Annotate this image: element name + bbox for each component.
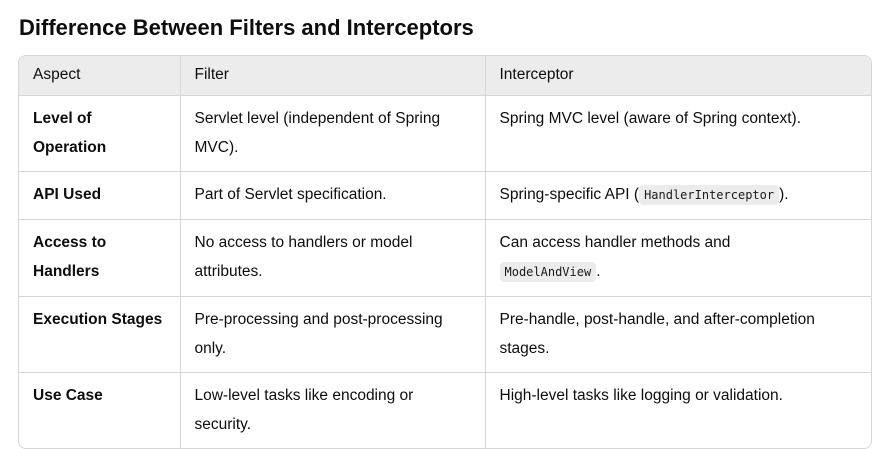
table-row: Use Case Low-level tasks like encoding o… <box>19 372 871 448</box>
table-header: Aspect Filter Interceptor <box>19 56 871 95</box>
cell-aspect: API Used <box>33 185 102 203</box>
table-row: API Used Part of Servlet specification. … <box>19 171 871 219</box>
text-fragment: Can access handler methods and <box>499 233 731 251</box>
cell-filter: Low-level tasks like encoding or securit… <box>179 372 485 448</box>
page: Difference Between Filters and Intercept… <box>0 0 894 449</box>
cell-aspect: Execution Stages <box>33 310 163 328</box>
inline-code: ModelAndView <box>499 261 597 282</box>
header-aspect: Aspect <box>33 66 81 84</box>
cell-aspect: Level of Operation <box>33 109 107 156</box>
cell-filter: Pre-processing and post-processing only. <box>179 296 485 372</box>
table-body: Level of Operation Servlet level (indepe… <box>19 95 871 448</box>
cell-interceptor: Spring MVC level (aware of Spring contex… <box>484 95 871 171</box>
header-filter: Filter <box>179 56 485 95</box>
cell-interceptor: Can access handler methods and ModelAndV… <box>484 219 871 296</box>
cell-filter: Part of Servlet specification. <box>179 171 485 219</box>
table-row: Execution Stages Pre-processing and post… <box>19 296 871 372</box>
comparison-table-container: Aspect Filter Interceptor Level of Opera… <box>18 55 872 449</box>
cell-aspect: Use Case <box>33 386 103 404</box>
cell-filter: No access to handlers or model attribute… <box>179 219 485 296</box>
cell-filter: Servlet level (independent of Spring MVC… <box>179 95 485 171</box>
page-title: Difference Between Filters and Intercept… <box>19 15 474 40</box>
table-header-row: Aspect Filter Interceptor <box>19 56 871 95</box>
text-fragment: ). <box>779 185 789 203</box>
cell-interceptor: High-level tasks like logging or validat… <box>484 372 871 448</box>
text-fragment: Spring-specific API ( <box>499 185 640 203</box>
cell-interceptor: Pre-handle, post-handle, and after-compl… <box>484 296 871 372</box>
table-row: Access to Handlers No access to handlers… <box>19 219 871 296</box>
cell-aspect: Access to Handlers <box>33 233 107 280</box>
inline-code: HandlerInterceptor <box>639 184 780 205</box>
comparison-table: Aspect Filter Interceptor Level of Opera… <box>19 56 871 448</box>
table-row: Level of Operation Servlet level (indepe… <box>19 95 871 171</box>
header-interceptor: Interceptor <box>484 56 871 95</box>
text-fragment: . <box>596 262 601 280</box>
cell-interceptor: Spring-specific API (HandlerInterceptor)… <box>484 171 871 219</box>
